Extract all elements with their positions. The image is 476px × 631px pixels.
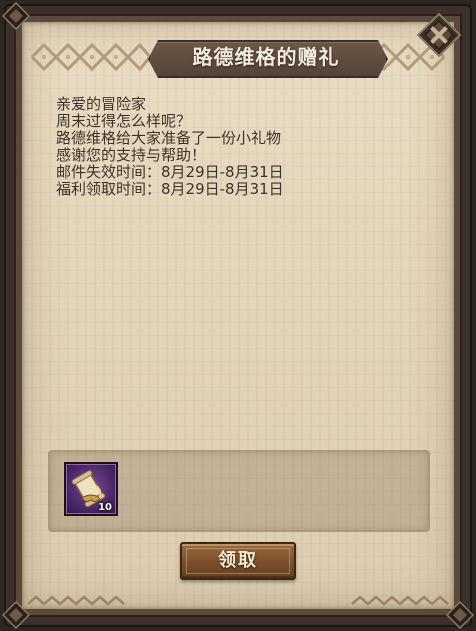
message-line: 感谢您的支持与帮助！: [56, 146, 207, 164]
bottom-tribal-ornament: [27, 595, 449, 606]
message-line: 路德维格给大家准备了一份小礼物: [56, 129, 282, 147]
message-greeting: 亲爱的冒险家: [56, 95, 147, 113]
message-line: 周末过得怎么样呢？: [56, 112, 192, 130]
reward-item-slot[interactable]: 10: [64, 462, 118, 516]
reward-attachment-area: 10: [48, 450, 430, 532]
claim-period-time: 福利领取时间：8月29日-8月31日: [56, 180, 284, 198]
claim-button-label: 领取: [218, 550, 258, 571]
mail-message-body: 亲爱的冒险家 周末过得怎么样呢？ 路德维格给大家准备了一份小礼物 感谢您的支持与…: [56, 96, 426, 198]
gift-mail-dialog: 路德维格的赠礼 亲爱的冒险家 周末过得怎么样呢？ 路德维格给大家准备了一份小礼物…: [0, 0, 476, 631]
mail-expiry-time: 邮件失效时间：8月29日-8月31日: [56, 163, 284, 181]
close-icon: [416, 12, 462, 58]
reward-item-count: 10: [98, 502, 112, 513]
corner-ornament-top-left: [2, 2, 30, 30]
close-button[interactable]: [416, 12, 462, 58]
claim-button[interactable]: 领取: [180, 542, 296, 580]
dialog-title: 路德维格的赠礼: [192, 45, 340, 69]
title-banner: 路德维格的赠礼: [28, 34, 448, 80]
